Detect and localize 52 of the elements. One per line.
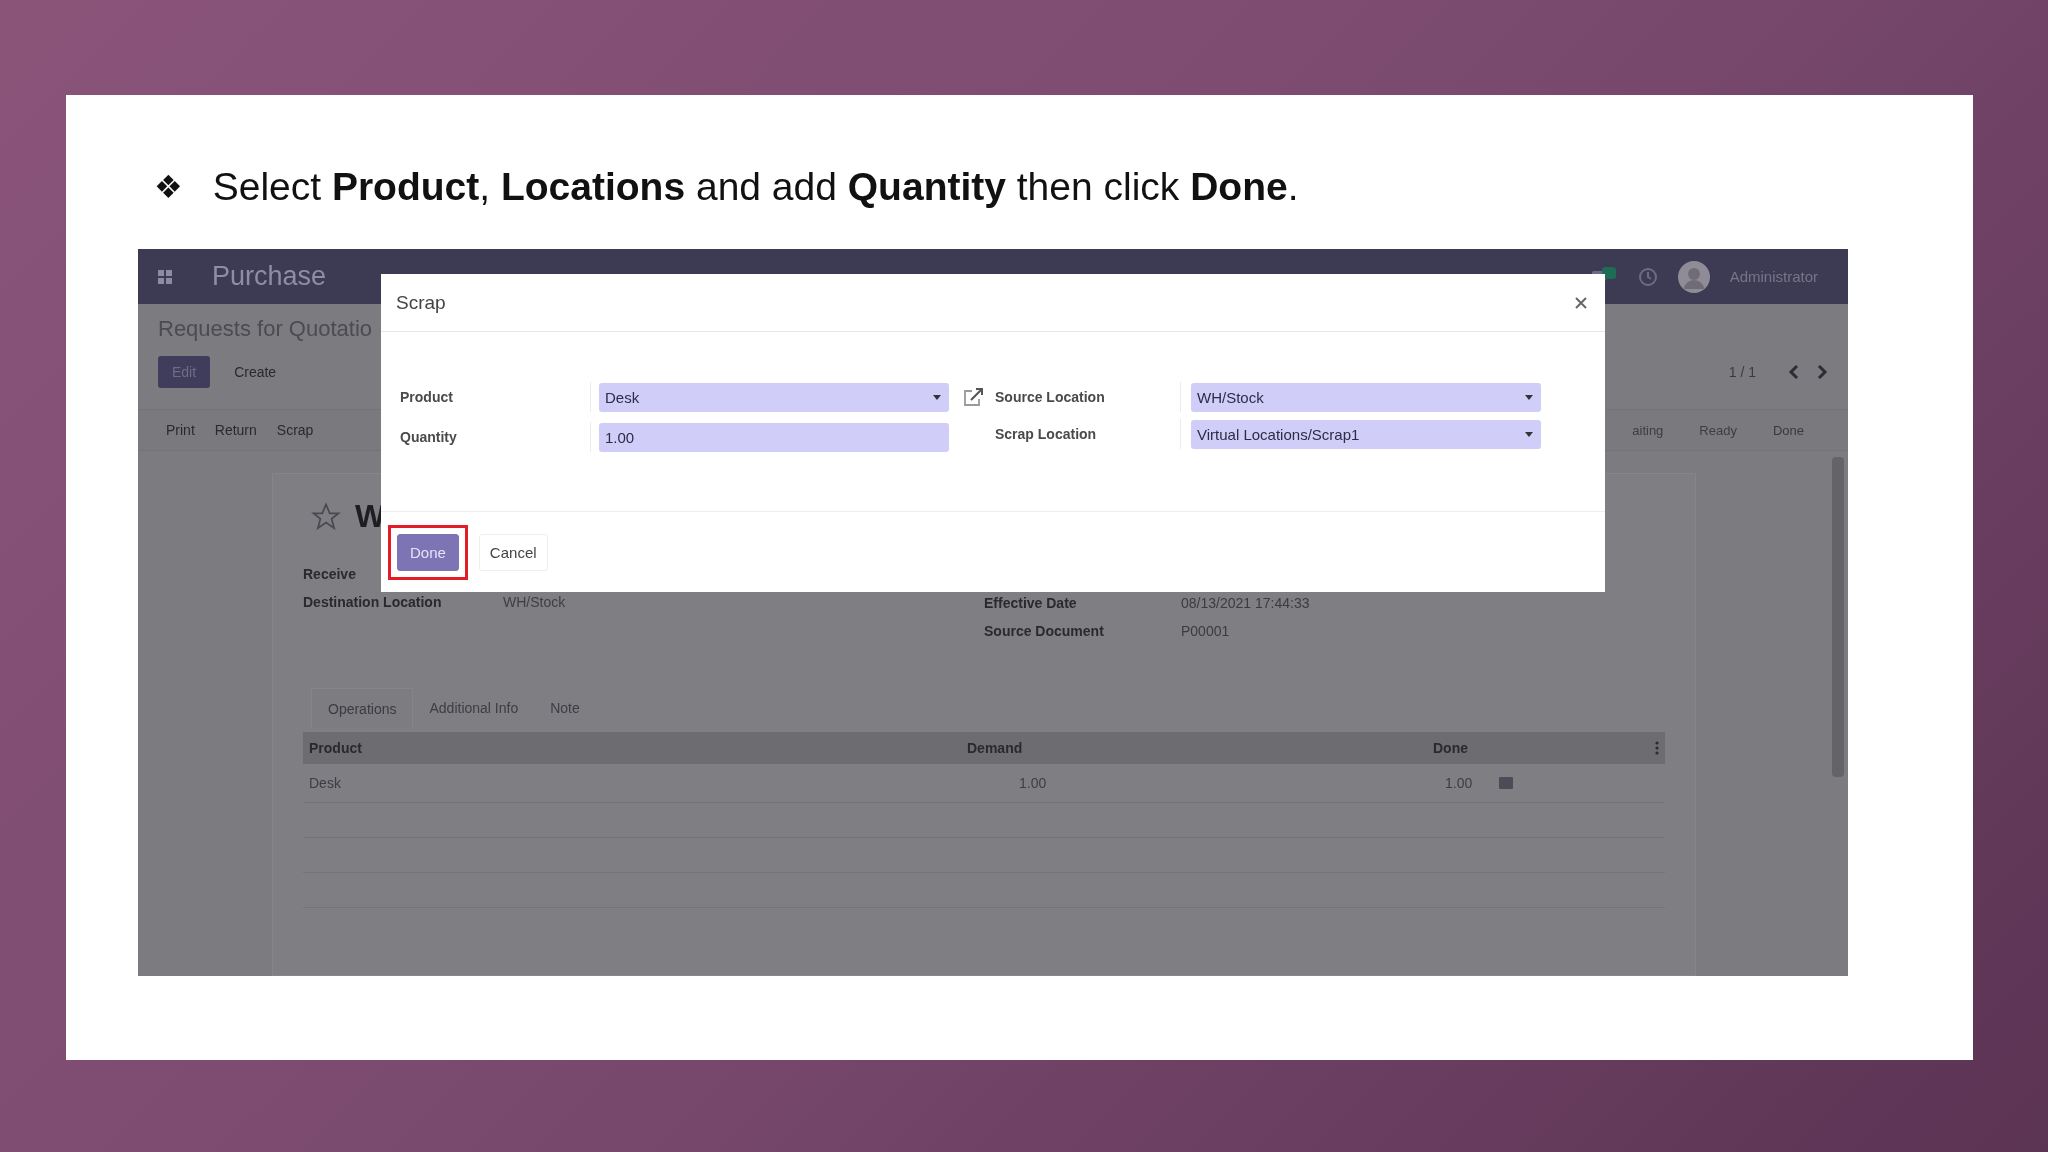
notebook-tab[interactable]: Additional Info	[413, 688, 535, 728]
instruction-text: Select Product, Locations and add Quantity then click Done.	[212, 165, 1299, 209]
status-step[interactable]: Done	[1754, 422, 1830, 438]
apps-menu-icon[interactable]	[158, 269, 172, 284]
external-link-icon[interactable]	[963, 387, 985, 407]
user-name[interactable]: Administrator	[1729, 268, 1818, 285]
field-label: Effective Date	[984, 595, 1078, 611]
field-value: P00001	[1181, 623, 1230, 639]
field-label: Product	[400, 382, 591, 412]
dialog-title: Scrap	[396, 291, 446, 314]
field-label: Source Document	[984, 623, 1105, 639]
previous-icon[interactable]	[1788, 364, 1800, 380]
caret-icon	[933, 394, 941, 400]
scrollbar[interactable]	[1832, 457, 1844, 777]
action-button[interactable]: Scrap	[266, 418, 324, 442]
app-name: Purchase	[212, 261, 327, 292]
field-value: 08/13/2021 17:44:33	[1181, 595, 1310, 611]
product-select[interactable]: Desk	[599, 382, 949, 412]
pager-text: 1 / 1	[1728, 364, 1756, 380]
bullet-icon: ❖	[154, 168, 183, 206]
cancel-button[interactable]: Cancel	[478, 533, 548, 571]
action-button[interactable]: Print	[156, 418, 205, 442]
field-label: Source Location	[995, 382, 1181, 412]
location-select[interactable]: WH/Stock	[1191, 382, 1541, 412]
avatar-icon[interactable]	[1677, 260, 1710, 293]
action-button[interactable]: Return	[204, 418, 267, 442]
field-value: WH/Stock	[503, 594, 566, 610]
field-label: Destination Location	[303, 594, 443, 610]
field-label: Quantity	[400, 422, 591, 452]
table-cell: 1.00	[1019, 775, 1047, 791]
notebook-tab[interactable]: Note	[534, 688, 596, 728]
status-step[interactable]: Ready	[1681, 422, 1755, 438]
table-cell: Desk	[309, 775, 341, 791]
column-header[interactable]: Product	[309, 740, 362, 756]
clock-icon[interactable]	[1637, 266, 1658, 287]
column-header[interactable]: Done	[1433, 740, 1468, 756]
quantity-field[interactable]: 1.00	[599, 422, 949, 452]
caret-icon	[1525, 394, 1533, 400]
create-button[interactable]: Create	[226, 356, 285, 388]
next-icon[interactable]	[1816, 364, 1828, 380]
status-step[interactable]: aiting	[1614, 422, 1682, 438]
field-label: Receive	[303, 566, 357, 582]
close-icon[interactable]	[1575, 296, 1587, 309]
star-icon[interactable]	[311, 501, 341, 532]
options-icon[interactable]	[1655, 741, 1659, 755]
caret-icon	[1525, 431, 1533, 437]
notebook-tab[interactable]: Operations	[311, 688, 414, 728]
location-select[interactable]: Virtual Locations/Scrap1	[1191, 419, 1541, 449]
table-cell: 1.00	[1445, 775, 1473, 791]
field-label: Scrap Location	[995, 419, 1181, 449]
column-header[interactable]: Demand	[967, 740, 1023, 756]
done-button[interactable]: Done	[397, 533, 459, 571]
